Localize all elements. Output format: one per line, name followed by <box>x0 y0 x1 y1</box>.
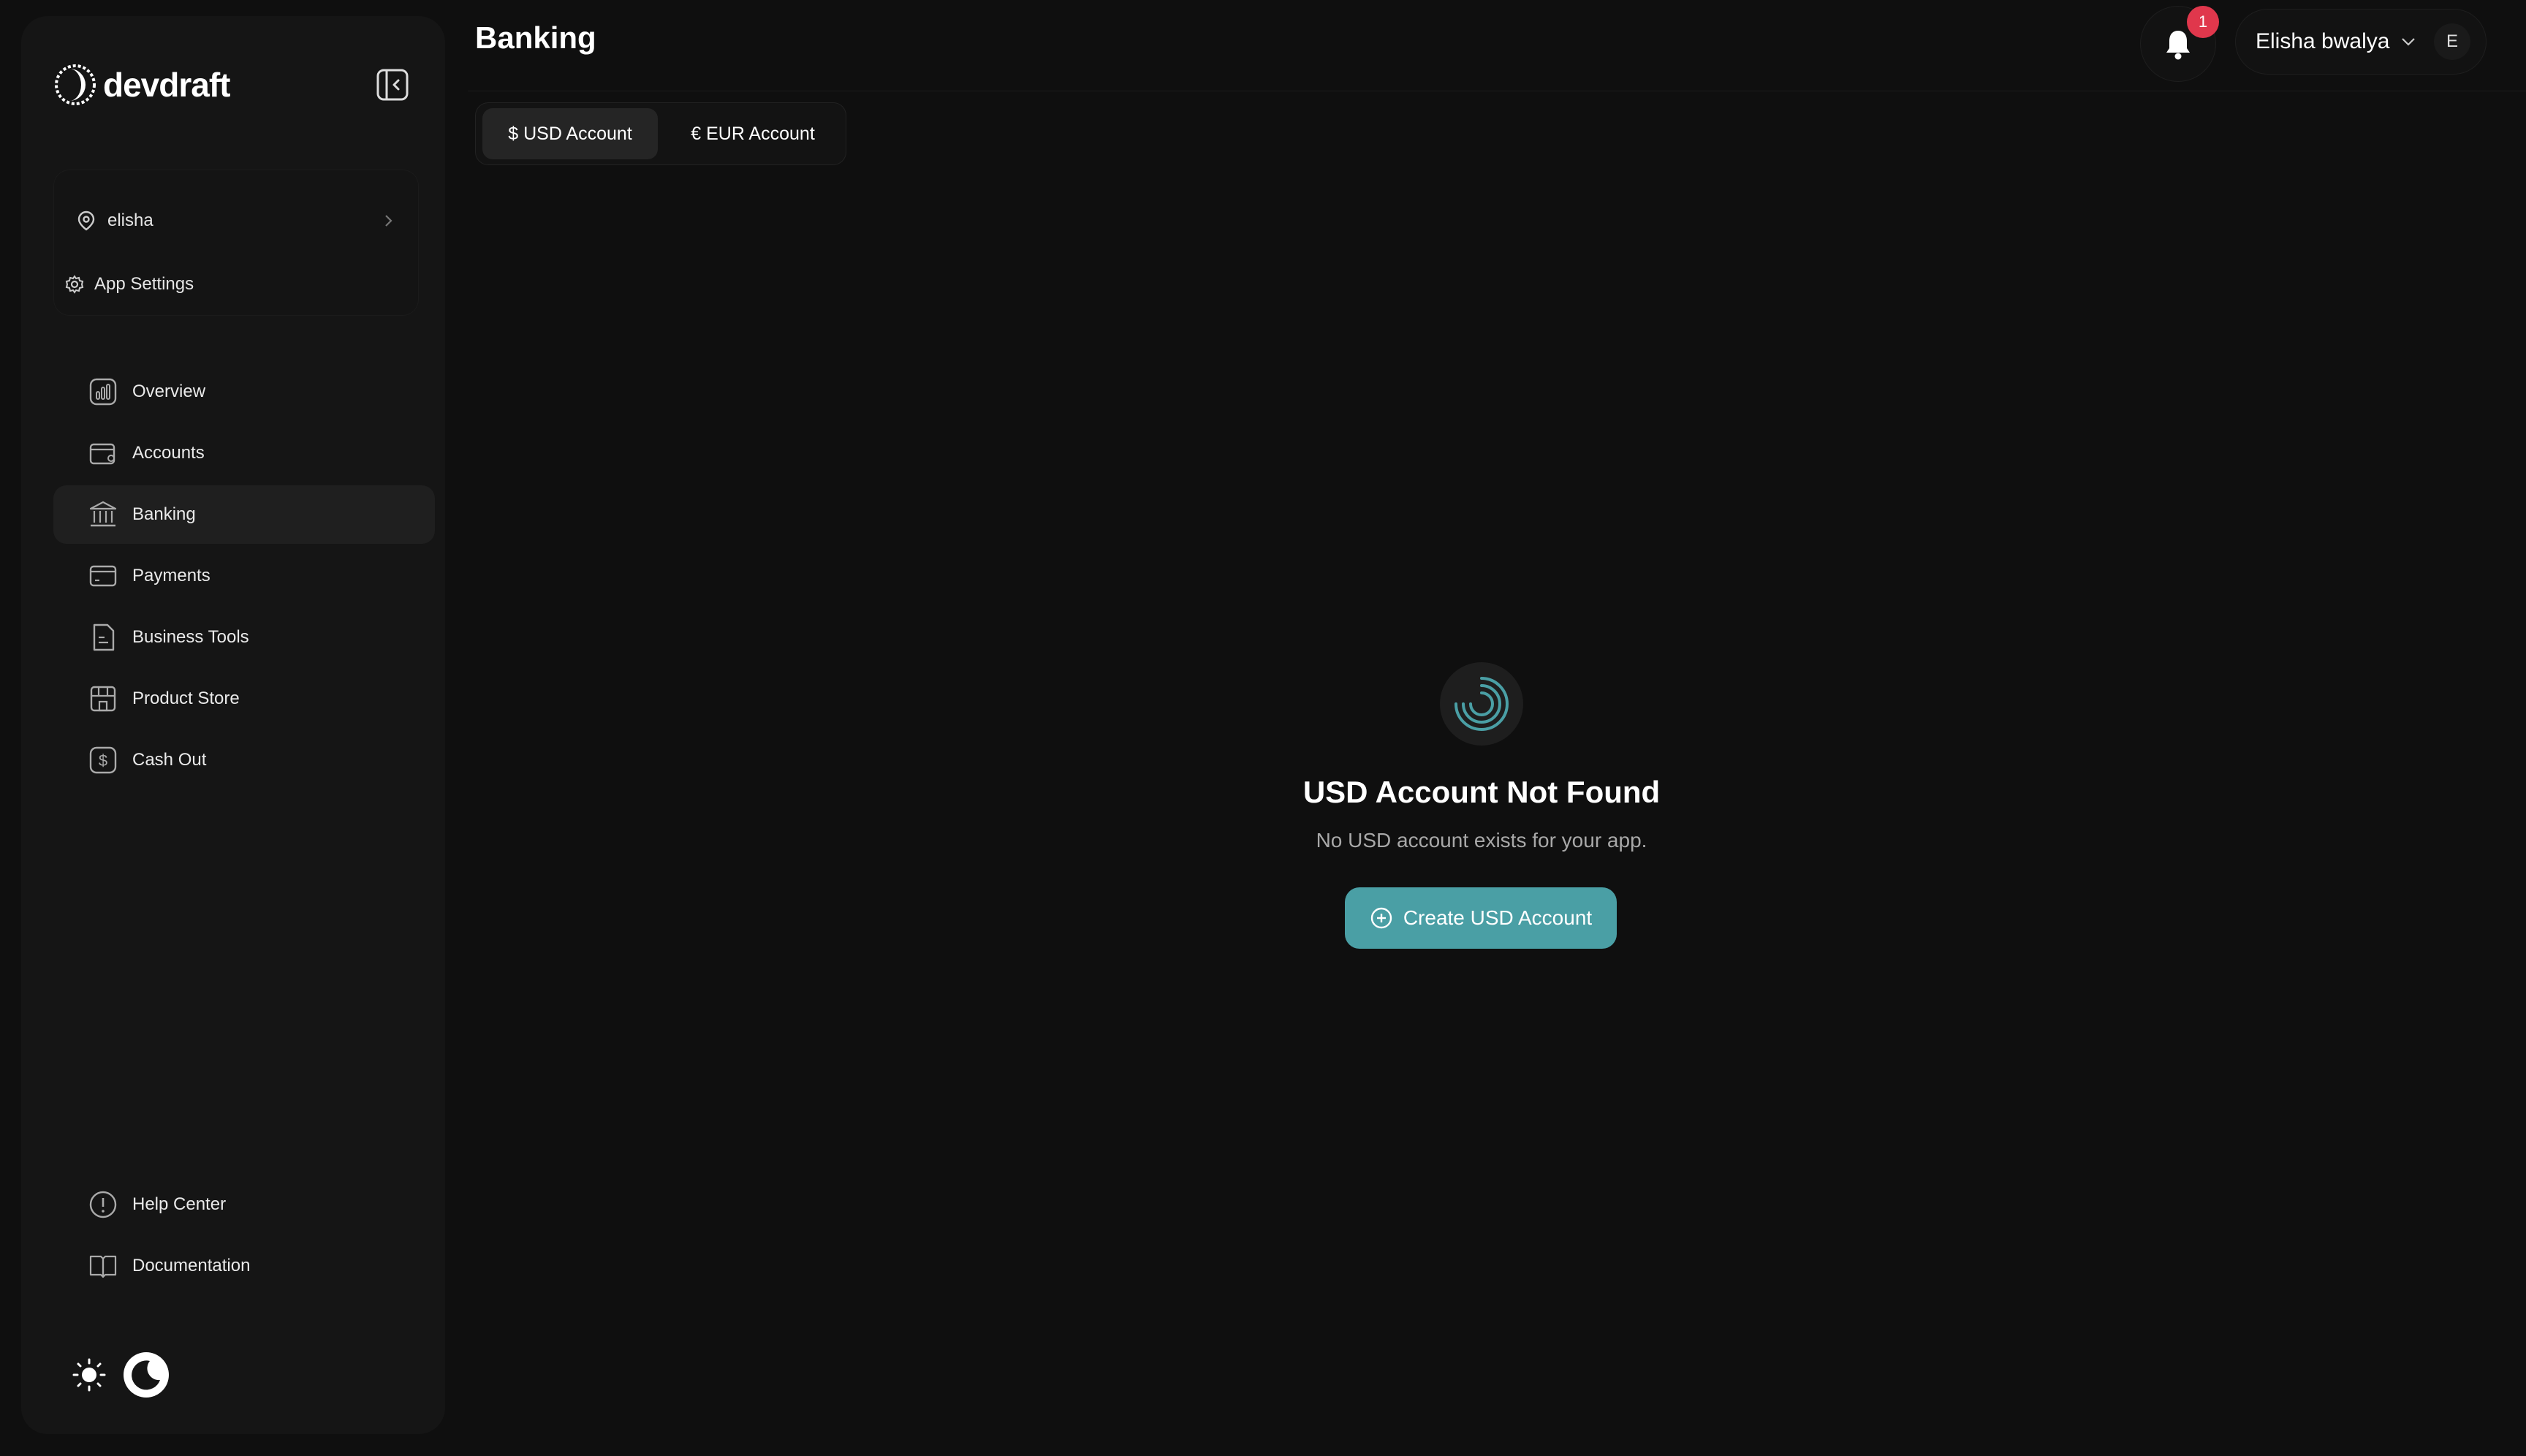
sidebar-item-label: Overview <box>132 382 206 401</box>
store-icon <box>90 686 116 712</box>
user-name: Elisha bwalya <box>2256 29 2390 53</box>
user-menu-button[interactable]: Elisha bwalya E <box>2235 9 2487 75</box>
sidebar-nav: Overview Accounts Banking Payments Busin… <box>53 363 435 792</box>
sidebar-item-payments[interactable]: Payments <box>53 547 435 605</box>
sidebar-item-overview[interactable]: Overview <box>53 363 435 421</box>
plus-circle-icon <box>1370 907 1392 929</box>
sidebar-item-label: Payments <box>132 566 210 585</box>
wallet-icon <box>89 443 115 465</box>
app-settings-link[interactable]: App Settings <box>64 266 194 303</box>
sidebar-item-label: Banking <box>132 504 196 524</box>
brand-name: devdraft <box>103 66 230 104</box>
book-icon <box>89 1255 117 1278</box>
svg-text:$: $ <box>99 751 107 770</box>
document-icon <box>93 623 115 651</box>
card-icon <box>89 565 117 587</box>
moon-icon[interactable] <box>122 1351 170 1399</box>
bank-icon <box>89 501 117 527</box>
gear-icon <box>65 275 84 294</box>
chevron-right-icon <box>385 215 392 227</box>
sidebar-item-cash-out[interactable]: $ Cash Out <box>53 731 435 789</box>
chart-icon <box>89 378 117 406</box>
app-settings-label: App Settings <box>94 274 194 294</box>
create-usd-account-button[interactable]: Create USD Account <box>1345 887 1617 949</box>
notification-count-badge: 1 <box>2187 6 2219 38</box>
sidebar-bottom-nav: Help Center Documentation <box>53 1175 435 1298</box>
sidebar-item-label: Help Center <box>132 1194 227 1214</box>
sidebar-item-documentation[interactable]: Documentation <box>53 1237 435 1295</box>
alert-circle-icon <box>89 1191 117 1218</box>
sidebar-item-banking[interactable]: Banking <box>53 485 435 544</box>
sidebar-item-label: Cash Out <box>132 750 207 770</box>
dollar-icon: $ <box>89 746 117 774</box>
empty-state-subtitle: No USD account exists for your app. <box>1316 829 1647 852</box>
sidebar-item-product-store[interactable]: Product Store <box>53 670 435 728</box>
create-usd-account-label: Create USD Account <box>1403 906 1593 929</box>
tab-usd-account[interactable]: $ USD Account <box>482 108 658 159</box>
loading-rings-icon <box>1454 677 1509 731</box>
org-card: elisha App Settings <box>53 170 419 316</box>
sidebar-item-label: Accounts <box>132 443 205 463</box>
page-title: Banking <box>475 20 596 55</box>
sidebar-item-label: Documentation <box>132 1256 251 1275</box>
tab-eur-account[interactable]: € EUR Account <box>665 108 841 159</box>
sidebar-item-label: Business Tools <box>132 627 249 647</box>
empty-state-title: USD Account Not Found <box>1302 775 1661 809</box>
avatar: E <box>2434 23 2470 60</box>
sidebar-item-accounts[interactable]: Accounts <box>53 424 435 482</box>
chevron-down-icon <box>2402 38 2415 46</box>
sidebar-item-help-center[interactable]: Help Center <box>53 1175 435 1234</box>
empty-state-icon-wrapper <box>1440 662 1523 746</box>
notifications-button[interactable]: 1 <box>2140 6 2219 82</box>
sidebar-collapse-icon <box>376 69 409 101</box>
sidebar: devdraft elisha App Settings Overview Ac… <box>21 16 445 1434</box>
sun-icon[interactable] <box>71 1357 107 1393</box>
brand-logo[interactable]: devdraft <box>53 63 230 107</box>
sidebar-item-label: Product Store <box>132 689 240 708</box>
devdraft-logo-icon <box>55 64 96 105</box>
collapse-sidebar-button[interactable] <box>375 67 410 102</box>
sidebar-item-business-tools[interactable]: Business Tools <box>53 608 435 667</box>
theme-toggle <box>71 1351 170 1399</box>
location-pin-icon <box>77 211 95 231</box>
org-selector[interactable]: elisha <box>75 192 397 250</box>
account-tabs: $ USD Account € EUR Account <box>475 102 846 165</box>
org-name: elisha <box>107 211 153 230</box>
